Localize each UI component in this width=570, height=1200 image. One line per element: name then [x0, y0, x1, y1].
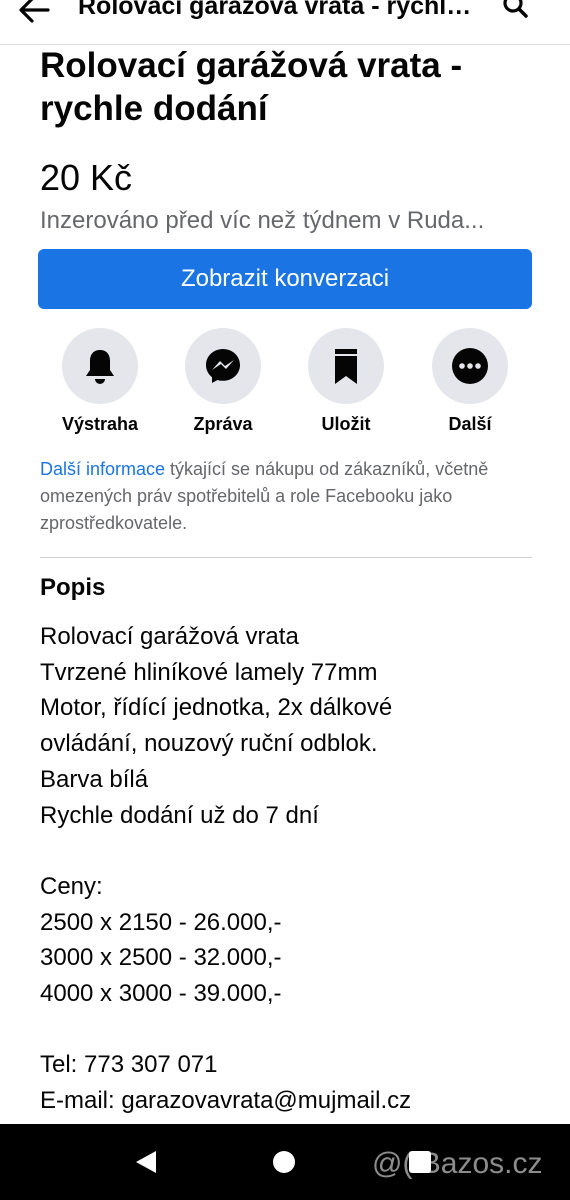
description-line — [40, 833, 550, 869]
nav-back-icon[interactable] — [132, 1148, 160, 1176]
listing-title: Rolovací garážová vrata - rychle dodání — [40, 46, 463, 128]
description-line: 2500 x 2150 - 26.000,- — [40, 908, 282, 936]
message-action[interactable]: Zpráva — [163, 328, 283, 440]
back-arrow-icon[interactable] — [14, 0, 54, 30]
message-button[interactable] — [185, 328, 261, 404]
more-button[interactable] — [432, 328, 508, 404]
app-bar-title: Rolovací garážová vrata - rychle dodání — [78, 0, 478, 20]
message-label: Zpráva — [193, 414, 253, 434]
description-line: Rychle dodání už do 7 dní — [40, 801, 319, 829]
alert-action[interactable]: Výstraha — [40, 328, 160, 440]
messenger-icon — [206, 349, 240, 383]
description-line: Motor, řídící jednotka, 2x dálkové — [40, 694, 393, 722]
description-line: Tel: 773 307 071 — [40, 1051, 218, 1079]
purchase-info-text: Další informace týkající se nákupu od zá… — [40, 456, 540, 537]
description-line: Ceny: — [40, 872, 103, 900]
description-heading: Popis — [40, 574, 106, 601]
save-action[interactable]: Uložit — [286, 328, 406, 440]
bell-icon — [86, 350, 114, 384]
more-label: Další — [448, 414, 492, 434]
description-line: ovládání, nouzový ruční odblok. — [40, 730, 378, 758]
section-divider — [40, 557, 532, 558]
watermark: @( Bazos.cz — [372, 1147, 543, 1180]
more-icon — [452, 348, 488, 384]
description-body: Rolovací garážová vrata Tvrzené hliníkov… — [40, 619, 550, 1119]
system-nav-bar: @( Bazos.cz — [0, 1124, 570, 1200]
view-conversation-button[interactable]: Zobrazit konverzaci — [38, 249, 532, 309]
nav-home-icon[interactable] — [272, 1150, 296, 1174]
description-line: Barva bílá — [40, 765, 149, 793]
alert-label: Výstraha — [61, 414, 139, 434]
search-icon[interactable] — [500, 0, 530, 20]
listing-price: 20 Kč — [40, 157, 133, 198]
more-info-link[interactable]: Další informace — [40, 459, 165, 479]
save-label: Uložit — [321, 414, 371, 434]
save-button[interactable] — [308, 328, 384, 404]
description-line — [40, 1012, 550, 1048]
description-line: E-mail: garazovavrata@mujmail.cz — [40, 1087, 412, 1115]
bookmark-icon — [335, 349, 357, 384]
description-line: Tvrzené hliníkové lamely 77mm — [40, 658, 378, 686]
description-line: 3000 x 2500 - 32.000,- — [40, 944, 282, 972]
description-line: 4000 x 3000 - 39.000,- — [40, 980, 282, 1008]
alert-button[interactable] — [62, 328, 138, 404]
listing-posted-info: Inzerováno před víc než týdnem v Ruda... — [40, 207, 485, 234]
app-bar: Rolovací garážová vrata - rychle dodání — [0, 0, 570, 45]
more-action[interactable]: Další — [410, 328, 530, 440]
description-line: Rolovací garážová vrata — [40, 623, 299, 650]
